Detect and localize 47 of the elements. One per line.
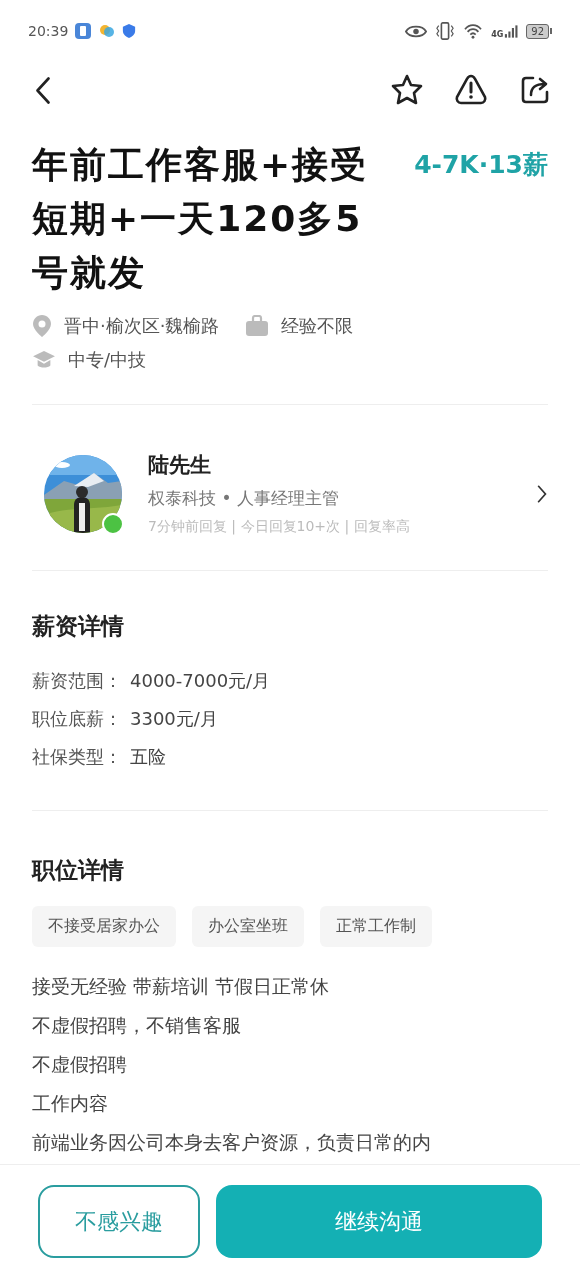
field-label: 社保类型： bbox=[32, 745, 122, 769]
location-text: 晋中·榆次区·魏榆路 bbox=[64, 314, 220, 338]
report-button[interactable] bbox=[454, 73, 488, 107]
recruiter-detail-button[interactable] bbox=[536, 483, 548, 504]
description-line: 不虚假招聘，不销售客服 bbox=[32, 1013, 242, 1038]
education-text: 中专/中技 bbox=[68, 348, 147, 372]
not-interested-button[interactable]: 不感兴趣 bbox=[38, 1185, 200, 1258]
signal-icon bbox=[504, 23, 519, 39]
favorite-icon bbox=[390, 73, 424, 107]
field-label: 职位底薪： bbox=[32, 707, 122, 731]
description-line: 不虚假招聘 bbox=[32, 1052, 128, 1077]
app-icon bbox=[74, 22, 93, 40]
section-heading: 职位详情 bbox=[32, 856, 125, 885]
section-heading: 薪资详情 bbox=[32, 612, 125, 641]
network-type: 4G bbox=[491, 29, 504, 39]
graduation-cap-icon bbox=[32, 350, 56, 370]
experience-text: 经验不限 bbox=[281, 314, 354, 338]
briefcase-icon bbox=[245, 315, 270, 337]
chevron-right-icon bbox=[536, 483, 548, 504]
field-value: 五险 bbox=[130, 745, 166, 769]
eye-icon bbox=[405, 23, 428, 39]
recruiter-name: 陆先生 bbox=[148, 452, 212, 479]
field-value: 3300元/月 bbox=[130, 707, 218, 731]
description-line: 前端业务因公司本身去客户资源，负责日常的内 bbox=[32, 1130, 432, 1155]
salary-range: 4-7K·13薪 bbox=[414, 149, 548, 181]
field-value: 4000-7000元/月 bbox=[130, 669, 271, 693]
continue-chat-button[interactable]: 继续沟通 bbox=[216, 1185, 542, 1258]
description-line: 接受无经验 带薪培训 节假日正常休 bbox=[32, 974, 331, 999]
app-icon bbox=[98, 22, 117, 40]
job-tag: 办公室坐班 bbox=[192, 906, 304, 947]
shield-icon bbox=[122, 23, 137, 39]
job-tag: 正常工作制 bbox=[320, 906, 432, 947]
job-title: 年前工作客服+接受短期+一天120多5号就发 bbox=[32, 143, 370, 295]
wifi-icon bbox=[463, 23, 484, 39]
field-label: 薪资范围： bbox=[32, 669, 122, 693]
reply-activity: 7分钟前回复 | 今日回复10+次 | 回复率高 bbox=[148, 518, 410, 536]
vibrate-icon bbox=[435, 22, 456, 40]
job-tag: 不接受居家办公 bbox=[32, 906, 176, 947]
back-button[interactable] bbox=[36, 76, 50, 104]
battery-indicator: 92 bbox=[526, 23, 552, 39]
description-line: 工作内容 bbox=[32, 1091, 109, 1116]
company-and-role: 权泰科技 • 人事经理主管 bbox=[148, 487, 340, 510]
location-pin-icon bbox=[32, 314, 52, 338]
back-icon bbox=[36, 76, 50, 104]
status-time: 20:39 bbox=[28, 23, 69, 39]
favorite-button[interactable] bbox=[390, 73, 424, 107]
report-icon bbox=[454, 73, 488, 107]
